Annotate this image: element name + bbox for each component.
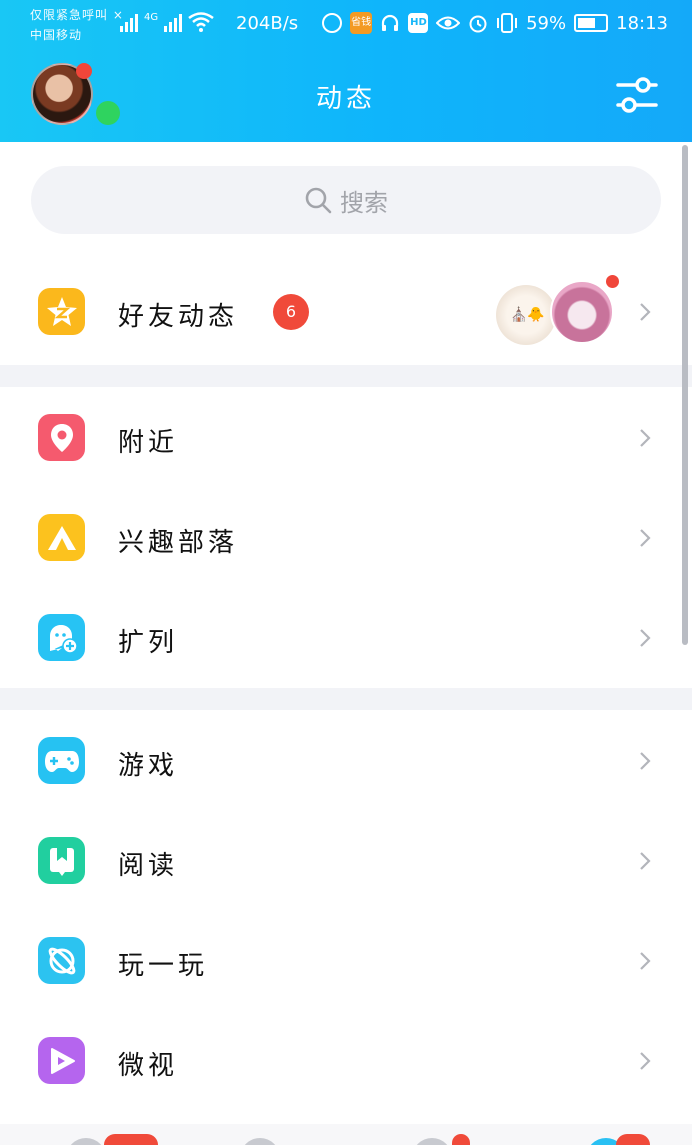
app-header: 仅限紧急呼叫 × 中国移动 4G 204B/s 省钱 HD 59% 18:13 … xyxy=(0,0,692,142)
list-item-label: 微视 xyxy=(118,1051,179,1081)
list-item-play[interactable]: 玩一玩 xyxy=(0,911,692,1011)
list-item-reading[interactable]: 阅读 xyxy=(0,811,692,911)
chevron-right-icon xyxy=(640,952,651,970)
carrier-emergency-text: 仅限紧急呼叫 × xyxy=(30,8,124,22)
battery-percent: 59% xyxy=(526,12,567,34)
planet-icon xyxy=(38,937,85,984)
headphones-icon xyxy=(382,14,399,31)
friend-post-thumbnail[interactable]: ⛪🐥 xyxy=(496,285,556,345)
scrollbar[interactable] xyxy=(682,145,688,645)
chevron-right-icon xyxy=(640,752,651,770)
sync-icon xyxy=(322,13,343,33)
play-video-icon xyxy=(38,1037,85,1084)
tab-messages-badge xyxy=(104,1134,158,1145)
status-right-icons: 省钱 HD 59% 18:13 xyxy=(322,12,668,34)
hd-icon: HD xyxy=(408,13,429,33)
chevron-right-icon xyxy=(640,529,651,547)
avatar-notification-dot xyxy=(76,63,92,79)
list-item-label: 玩一玩 xyxy=(118,951,209,981)
clock-time: 18:13 xyxy=(616,12,668,34)
network-speed: 204B/s xyxy=(236,13,299,34)
section-divider xyxy=(0,365,692,387)
tab-contacts-icon[interactable] xyxy=(240,1138,280,1145)
list-item-interest-tribe[interactable]: 兴趣部落 xyxy=(0,488,692,588)
search-icon xyxy=(305,187,332,214)
signal-icons: 4G xyxy=(120,12,214,32)
list-item-label: 扩列 xyxy=(118,628,179,658)
signal-bars-icon xyxy=(120,14,138,32)
vibrate-icon xyxy=(497,13,518,33)
signal-bars-2-icon xyxy=(164,14,183,32)
app-notification-icon: 省钱 xyxy=(350,12,373,34)
chevron-right-icon xyxy=(640,429,651,447)
list-item-weishi[interactable]: 微视 xyxy=(0,1011,692,1111)
tab-feed-badge xyxy=(616,1134,650,1145)
status-bar: 仅限紧急呼叫 × 中国移动 4G 204B/s 省钱 HD 59% 18:13 xyxy=(0,0,692,48)
thumbnail-notification-dot xyxy=(604,273,621,290)
tent-icon xyxy=(38,514,85,561)
location-pin-icon xyxy=(38,414,85,461)
wifi-icon xyxy=(188,12,214,32)
bookmark-book-icon xyxy=(38,837,85,884)
list-item-label: 阅读 xyxy=(118,851,179,881)
list-item-nearby[interactable]: 附近 xyxy=(0,388,692,488)
list-item-label: 附近 xyxy=(118,428,179,458)
list-item-expand-friends[interactable]: 扩列 xyxy=(0,588,692,688)
search-placeholder: 搜索 xyxy=(340,188,388,217)
friend-avatar-thumbnail[interactable] xyxy=(550,280,614,344)
tab-messages-icon[interactable] xyxy=(66,1138,106,1145)
section-divider xyxy=(0,688,692,710)
eye-icon xyxy=(436,16,461,30)
chevron-right-icon xyxy=(640,1052,651,1070)
chevron-right-icon xyxy=(640,629,651,647)
search-bar[interactable]: 搜索 xyxy=(31,166,661,234)
battery-icon xyxy=(574,14,609,32)
network-type-label: 4G xyxy=(144,12,159,23)
list-item-label: 兴趣部落 xyxy=(118,528,239,558)
settings-sliders-icon[interactable] xyxy=(614,74,660,116)
unread-count-badge: 6 xyxy=(273,294,309,330)
add-friend-ghost-icon xyxy=(38,614,85,661)
alarm-icon xyxy=(469,15,487,33)
chevron-right-icon xyxy=(640,852,651,870)
tab-watch-badge xyxy=(452,1134,470,1145)
list-item-games[interactable]: 游戏 xyxy=(0,711,692,811)
list-item-label: 好友动态 xyxy=(118,302,239,332)
bottom-tab-bar xyxy=(0,1124,692,1145)
chevron-right-icon xyxy=(640,303,651,321)
gamepad-icon xyxy=(38,737,85,784)
page-title: 动态 xyxy=(315,84,376,114)
tab-watch-icon[interactable] xyxy=(412,1138,452,1145)
list-item-label: 游戏 xyxy=(118,751,179,781)
carrier-name: 中国移动 xyxy=(30,28,83,42)
qzone-star-icon xyxy=(38,288,85,335)
